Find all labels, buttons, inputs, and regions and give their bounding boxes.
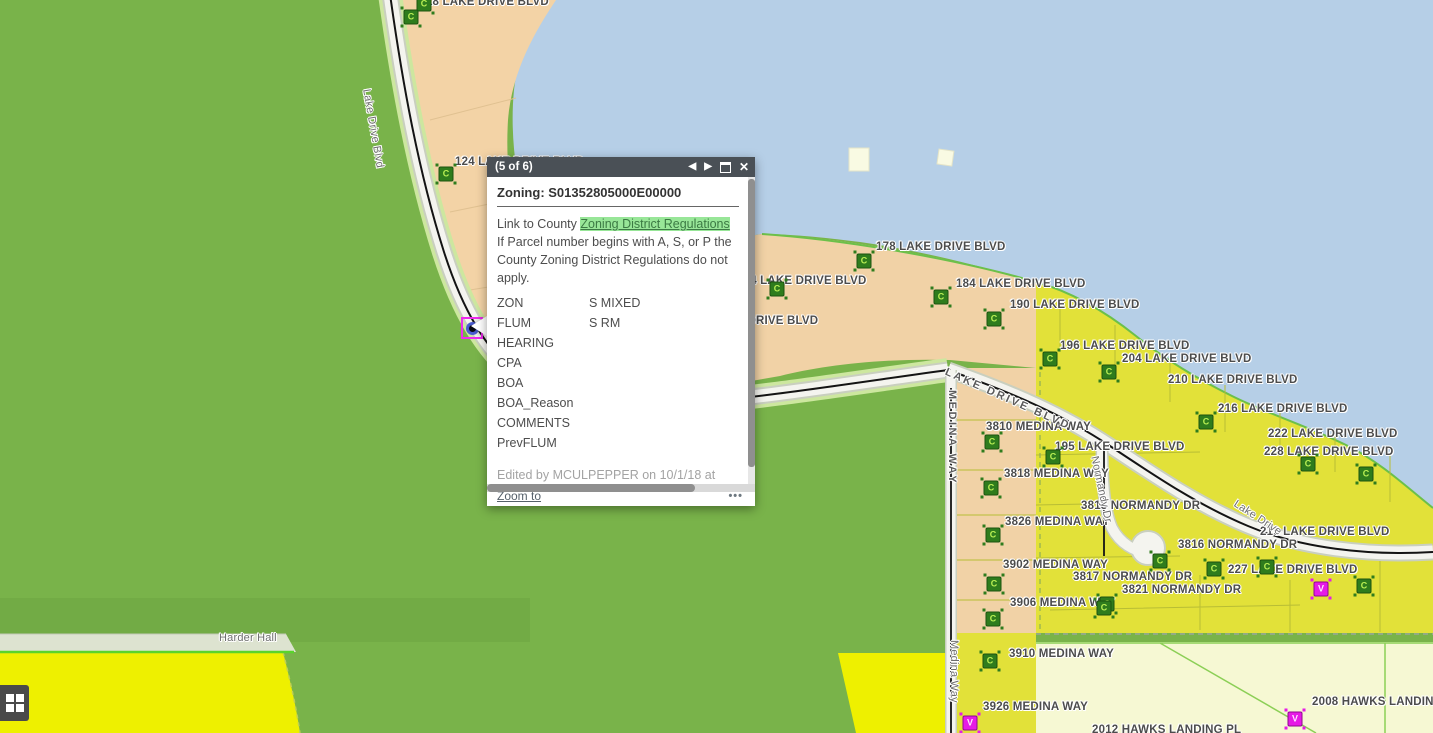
parcel-marker-c[interactable]: C (986, 612, 1001, 627)
maximize-icon[interactable] (720, 162, 731, 173)
popup-page-indicator: (5 of 6) (495, 161, 533, 173)
parcel-marker-c[interactable]: C (987, 312, 1002, 327)
parcel-marker-c[interactable]: C (1097, 601, 1112, 616)
field-label: HEARING (497, 333, 589, 353)
field-row: HEARING (497, 333, 739, 353)
popup-content[interactable]: Zoning: S01352805000E00000 Link to Count… (487, 177, 755, 484)
horizontal-scrollbar-thumb[interactable] (487, 484, 695, 492)
field-value: S MIXED (589, 293, 739, 313)
parcel-marker-c[interactable]: C (987, 577, 1002, 592)
field-label: ZON (497, 293, 589, 313)
parcel-marker-c[interactable]: C (1357, 579, 1372, 594)
parcel-marker-c[interactable]: C (1153, 554, 1168, 569)
field-label: COMMENTS (497, 413, 589, 433)
field-row: PrevFLUM (497, 433, 739, 453)
parcel-marker-c[interactable]: C (1207, 562, 1222, 577)
vertical-scrollbar[interactable] (748, 177, 755, 484)
parcel-marker-c[interactable]: C (934, 290, 949, 305)
popup-header: (5 of 6) ◀ ▶ ✕ (487, 157, 755, 177)
parcel-marker-c[interactable]: C (1199, 415, 1214, 430)
title-divider (497, 206, 739, 207)
parcel-marker-c[interactable]: C (857, 254, 872, 269)
parcel-marker-v[interactable]: V (1288, 712, 1303, 727)
parcel-marker-c[interactable]: C (984, 481, 999, 496)
field-value (589, 413, 739, 433)
parcel-marker-c[interactable]: C (1102, 365, 1117, 380)
parcel-marker-c[interactable]: C (770, 282, 785, 297)
parcel-marker-c[interactable]: C (1260, 560, 1275, 575)
field-label: PrevFLUM (497, 433, 589, 453)
field-row: COMMENTS (497, 413, 739, 433)
parcel-marker-c[interactable]: C (417, 0, 432, 12)
popup-description: Link to County Zoning District Regulatio… (497, 215, 739, 287)
vertical-scrollbar-thumb[interactable] (748, 179, 755, 467)
field-row: BOA_Reason (497, 393, 739, 413)
zoning-regulations-link[interactable]: Zoning District Regulations (580, 217, 729, 231)
field-value (589, 373, 739, 393)
field-label: BOA_Reason (497, 393, 589, 413)
horizontal-scrollbar[interactable] (487, 484, 755, 492)
edited-by-line1: Edited by MCULPEPPER on 10/1/18 at 2:23 (497, 468, 715, 484)
parcel-marker-v[interactable]: V (1314, 582, 1329, 597)
field-value: S RM (589, 313, 739, 333)
field-label: CPA (497, 353, 589, 373)
field-row: FLUM S RM (497, 313, 739, 333)
parcel-marker-c[interactable]: C (1301, 457, 1316, 472)
parcel-note-text: If Parcel number begins with A, S, or P … (497, 235, 732, 285)
parcel-marker-c[interactable]: C (985, 435, 1000, 450)
popup-tail (471, 316, 487, 336)
parcel-marker-v[interactable]: V (963, 716, 978, 731)
field-value (589, 393, 739, 413)
parcel-marker-c[interactable]: C (986, 528, 1001, 543)
prev-feature-button[interactable]: ◀ (689, 157, 697, 177)
link-prefix-text: Link to County (497, 217, 580, 231)
parcel-marker-c[interactable]: C (1043, 352, 1058, 367)
parcel-marker-c[interactable]: C (1046, 450, 1061, 465)
popup-title: Zoning: S01352805000E00000 (497, 185, 739, 200)
grid-icon (6, 694, 24, 712)
feature-popup[interactable]: (5 of 6) ◀ ▶ ✕ Zoning: S01352805000E0000… (487, 157, 755, 506)
parcel-marker-c[interactable]: C (439, 167, 454, 182)
field-label: FLUM (497, 313, 589, 333)
field-row: CPA (497, 353, 739, 373)
parcel-marker-c[interactable]: C (1359, 467, 1374, 482)
field-value (589, 353, 739, 373)
field-value (589, 433, 739, 453)
parcel-marker-c[interactable]: C (983, 654, 998, 669)
close-icon[interactable]: ✕ (739, 157, 749, 177)
edited-by-text: Edited by MCULPEPPER on 10/1/18 at 2:23P… (497, 467, 739, 484)
parcel-marker-c[interactable]: C (404, 10, 419, 25)
field-value (589, 333, 739, 353)
basemap-grid-button[interactable] (0, 685, 29, 721)
field-row: ZON S MIXED (497, 293, 739, 313)
field-row: BOA (497, 373, 739, 393)
field-label: BOA (497, 373, 589, 393)
map-stage[interactable]: 118 LAKE DRIVE BLVD124 LAKE DRIVE BLVD17… (0, 0, 1433, 733)
next-feature-button[interactable]: ▶ (704, 157, 712, 177)
